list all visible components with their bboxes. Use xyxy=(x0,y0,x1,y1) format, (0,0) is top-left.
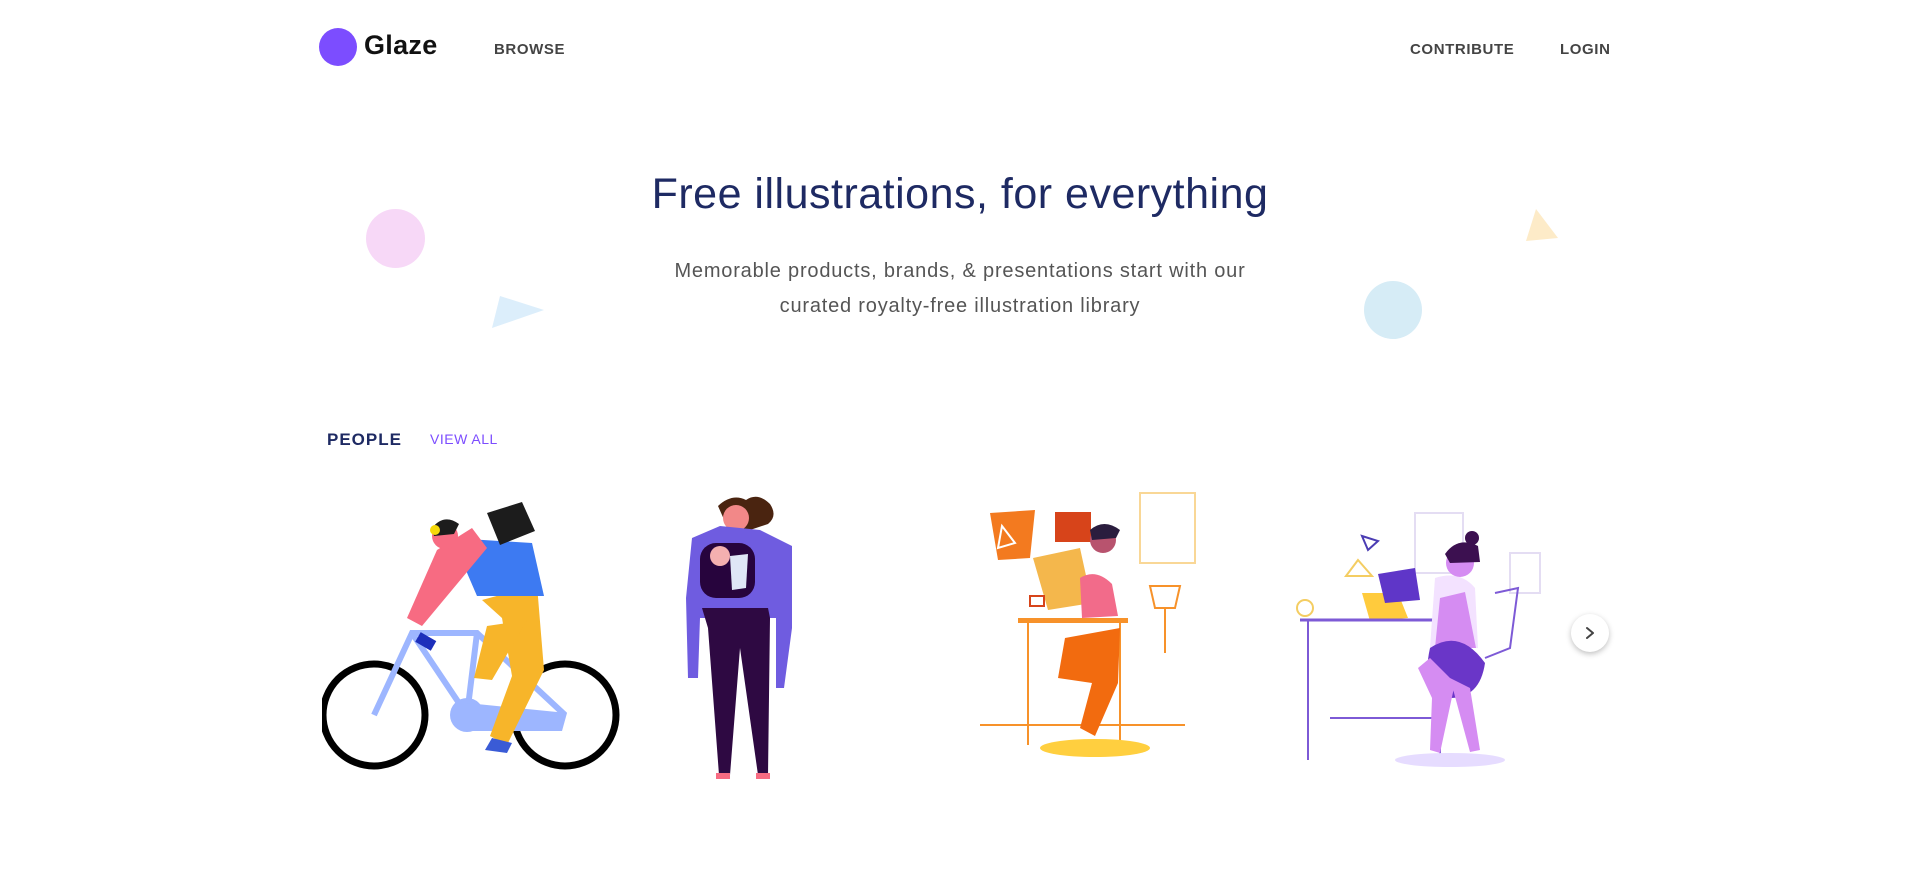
hero-title: Free illustrations, for everything xyxy=(651,170,1269,218)
logo-circle-icon[interactable] xyxy=(319,28,357,66)
designer-at-desk-illustration xyxy=(980,492,1196,757)
section-title-people: PEOPLE xyxy=(327,430,402,449)
woman-at-laptop-illustration xyxy=(1296,512,1541,767)
nav-contribute-link[interactable]: CONTRIBUTE xyxy=(1410,41,1514,58)
hero-subtitle: Memorable products, brands, & presentati… xyxy=(0,254,1920,324)
nav-browse-link[interactable]: BROWSE xyxy=(494,41,565,58)
cyclist-illustration xyxy=(322,502,620,770)
carousel-next-button[interactable] xyxy=(1571,614,1609,652)
top-navigation: Glaze BROWSE CONTRIBUTE LOGIN xyxy=(0,0,1920,100)
hero-subtitle-line-2: curated royalty-free illustration librar… xyxy=(779,295,1141,317)
logo-text[interactable]: Glaze xyxy=(364,30,438,61)
illustration-card-parent-baby[interactable] xyxy=(620,488,920,798)
chevron-right-icon xyxy=(1586,627,1594,639)
nav-login-link[interactable]: LOGIN xyxy=(1560,41,1611,58)
illustration-card-laptop-worker[interactable] xyxy=(1280,488,1580,798)
illustration-card-cyclist[interactable] xyxy=(322,488,622,798)
view-all-link[interactable]: VIEW ALL xyxy=(430,431,498,447)
hero-subtitle-line-1: Memorable products, brands, & presentati… xyxy=(674,260,1246,282)
illustration-card-designer[interactable] xyxy=(970,488,1270,798)
parent-with-baby-carrier-illustration xyxy=(686,496,792,779)
